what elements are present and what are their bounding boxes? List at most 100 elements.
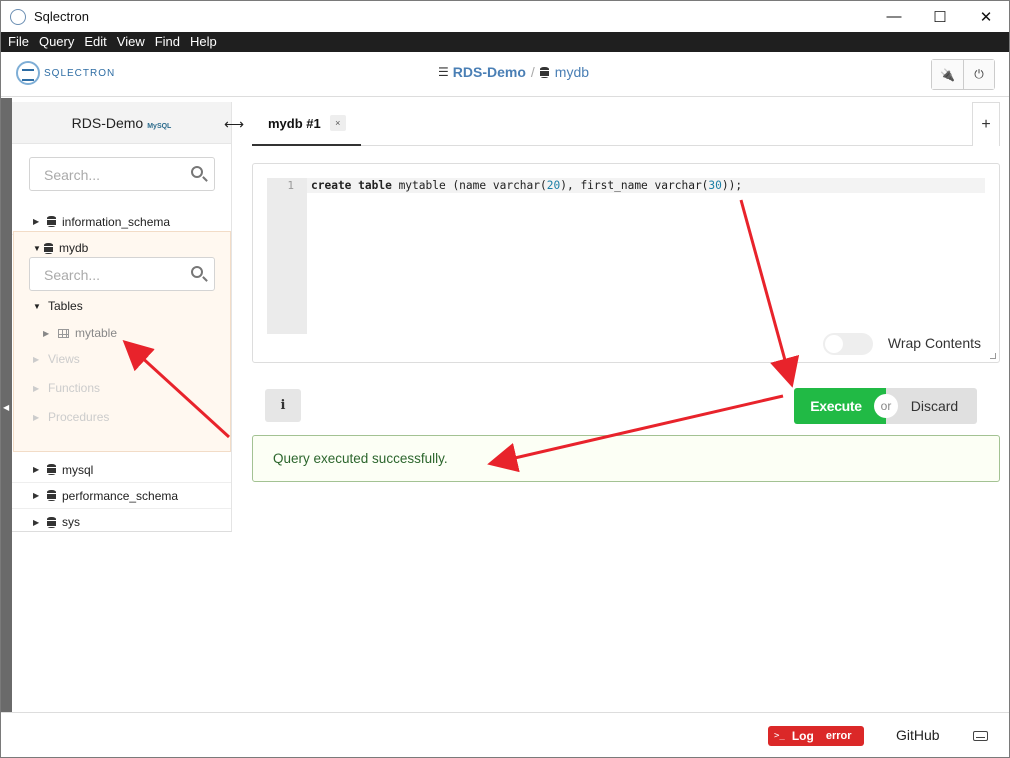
- or-divider: or: [874, 394, 898, 418]
- app-window: Sqlectron — ☐ ✕ File Query Edit View Fin…: [0, 0, 1010, 758]
- disconnect-plug-button[interactable]: 🔌: [932, 60, 963, 89]
- sidebar: RDS-Demo MySQL ⟷ Search... ▶ information…: [12, 102, 244, 535]
- editor-gutter: 1: [267, 178, 307, 334]
- table-label: mytable: [75, 326, 118, 340]
- table-search-input[interactable]: Search...: [29, 257, 215, 291]
- log-error-badge: error: [825, 730, 852, 742]
- tab-close-icon[interactable]: ×: [329, 115, 346, 131]
- close-button[interactable]: ✕: [963, 1, 1009, 32]
- database-icon: [47, 216, 56, 227]
- breadcrumb-separator: /: [530, 64, 535, 80]
- github-link[interactable]: GitHub: [896, 727, 940, 743]
- add-tab-button[interactable]: +: [972, 102, 1000, 146]
- database-search-placeholder: Search...: [44, 167, 101, 183]
- db-item-mydb-expanded: ▼ mydb Search... ▼ Tables ▶ mytable ▶ Vi…: [13, 231, 231, 452]
- sql-editor[interactable]: 1 create table mytable (name varchar(20)…: [252, 163, 1000, 363]
- discard-button[interactable]: Discard: [886, 388, 977, 424]
- database-icon: [47, 464, 56, 475]
- functions-group[interactable]: ▶ Functions: [33, 381, 100, 395]
- db-item-mysql[interactable]: ▶ mysql: [12, 457, 231, 483]
- breadcrumb: ☰ RDS-Demo / mydb: [438, 64, 589, 80]
- functions-label: Functions: [48, 381, 101, 395]
- terminal-icon: >_: [774, 731, 785, 741]
- menu-help[interactable]: Help: [185, 32, 222, 52]
- tab-label: mydb #1: [268, 115, 321, 131]
- editor-resize-handle[interactable]: [990, 353, 996, 359]
- power-button[interactable]: ⏻: [963, 60, 994, 89]
- db-label: mydb: [59, 241, 89, 255]
- views-label: Views: [48, 352, 80, 366]
- expand-caret-icon: ▶: [33, 465, 40, 474]
- procedures-group[interactable]: ▶ Procedures: [33, 410, 109, 424]
- tables-label: Tables: [48, 299, 83, 313]
- table-search-placeholder: Search...: [44, 267, 101, 283]
- line-number: 1: [287, 179, 294, 192]
- search-icon: [191, 266, 203, 278]
- table-item-mytable[interactable]: ▶ mytable: [43, 326, 117, 340]
- db-item-mydb[interactable]: ▼ mydb: [33, 241, 88, 255]
- collapse-caret-icon: ▼: [33, 243, 41, 253]
- title-bar: Sqlectron — ☐ ✕: [1, 1, 1009, 32]
- app-icon: [10, 8, 26, 25]
- expand-caret-icon: ▶: [43, 328, 50, 338]
- server-name: RDS-Demo: [71, 114, 144, 131]
- execute-button[interactable]: Execute: [794, 388, 886, 424]
- query-success-message: Query executed successfully.: [252, 435, 1000, 482]
- menu-bar: File Query Edit View Find Help: [1, 32, 1009, 52]
- breadcrumb-server[interactable]: RDS-Demo: [453, 64, 526, 80]
- database-icon: [47, 516, 56, 528]
- menu-query[interactable]: Query: [34, 32, 79, 52]
- server-icon: ☰: [438, 65, 449, 79]
- database-icon: [539, 66, 549, 78]
- db-item-performance-schema[interactable]: ▶ performance_schema: [12, 483, 231, 509]
- execute-discard-group: Execute Discard or: [794, 388, 977, 424]
- window-title: Sqlectron: [34, 9, 89, 24]
- info-button[interactable]: i: [265, 389, 301, 422]
- database-icon: [44, 242, 53, 254]
- expand-caret-icon: ▶: [33, 354, 40, 364]
- table-icon: [58, 328, 69, 338]
- status-footer: >_ Log error GitHub: [1, 712, 1009, 757]
- expand-caret-icon: ▶: [33, 383, 40, 393]
- db-label: mysql: [62, 462, 94, 477]
- procedures-label: Procedures: [48, 410, 110, 424]
- sql-code-line[interactable]: create table mytable (name varchar(20), …: [311, 178, 742, 193]
- collapse-caret-icon: ▼: [33, 301, 41, 311]
- tables-group[interactable]: ▼ Tables: [33, 299, 83, 313]
- logo-text: SQLECTRON: [44, 67, 116, 79]
- breadcrumb-database[interactable]: mydb: [555, 64, 589, 80]
- log-label: Log: [791, 729, 814, 743]
- mysql-logo-icon: MySQL: [147, 123, 172, 130]
- maximize-button[interactable]: ☐: [917, 1, 963, 32]
- resize-horizontal-icon[interactable]: ⟷: [224, 116, 244, 133]
- search-icon: [191, 166, 203, 178]
- sqlectron-logo-icon: [16, 61, 40, 85]
- menu-edit[interactable]: Edit: [79, 32, 111, 52]
- expand-caret-icon: ▶: [33, 491, 40, 500]
- minimize-button[interactable]: —: [871, 1, 917, 32]
- collapse-arrow-icon: ◀: [3, 403, 10, 412]
- app-header: SQLECTRON ☰ RDS-Demo / mydb 🔌 ⏻: [1, 52, 1009, 97]
- database-icon: [47, 490, 56, 501]
- wrap-contents-toggle[interactable]: [823, 333, 873, 355]
- db-label: information_schema: [62, 214, 171, 229]
- tab-mydb-1[interactable]: mydb #1 ×: [252, 102, 361, 146]
- db-label: performance_schema: [62, 488, 179, 503]
- menu-view[interactable]: View: [112, 32, 150, 52]
- db-item-sys[interactable]: ▶ sys: [12, 509, 231, 535]
- log-button[interactable]: >_ Log error: [768, 726, 864, 746]
- database-search-input[interactable]: Search...: [29, 157, 215, 191]
- expand-caret-icon: ▶: [33, 217, 40, 226]
- views-group[interactable]: ▶ Views: [33, 352, 80, 366]
- server-header: RDS-Demo MySQL: [12, 102, 231, 144]
- keyboard-icon[interactable]: [973, 731, 988, 741]
- expand-caret-icon: ▶: [33, 412, 40, 422]
- expand-caret-icon: ▶: [33, 517, 40, 527]
- wrap-contents-label: Wrap Contents: [887, 335, 981, 351]
- menu-file[interactable]: File: [3, 32, 34, 52]
- query-tabs: mydb #1 × +: [252, 102, 1000, 146]
- db-label: sys: [62, 515, 80, 529]
- sqlectron-logo: SQLECTRON: [16, 61, 115, 85]
- menu-find[interactable]: Find: [150, 32, 185, 52]
- sidebar-collapse-strip[interactable]: ◀: [1, 98, 12, 713]
